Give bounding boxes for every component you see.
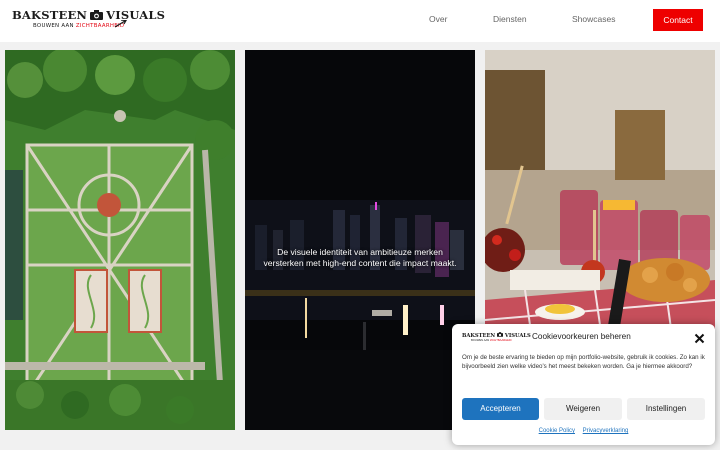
aerial-garden-photo: [5, 50, 235, 430]
camera-icon: [90, 10, 104, 20]
cookie-logo: BAKSTEEN VISUALS BOUWEN AAN ZICHTBAARHEI…: [462, 332, 531, 346]
cookie-logo-tagline: BOUWEN AAN ZICHTBAARHEID: [471, 339, 512, 342]
site-logo[interactable]: BAKSTEEN VISUALS BOUWEN AAN ZICHTBAARHEID: [12, 8, 165, 34]
cookie-settings-button[interactable]: Instellingen: [627, 398, 705, 420]
hero-tagline: De visuele identiteit van ambitieuze mer…: [263, 247, 457, 268]
close-icon[interactable]: [694, 333, 705, 344]
cookie-links: Cookie Policy Privacyverklaring: [452, 428, 715, 434]
nav-showcases[interactable]: Showcases: [572, 14, 615, 24]
accept-cookies-button[interactable]: Accepteren: [462, 398, 539, 420]
cookie-body-text: Om je de beste ervaring te bieden op mij…: [462, 354, 705, 371]
logo-arrow-icon: [115, 20, 127, 28]
cookie-title: Cookievoorkeuren beheren: [532, 332, 631, 341]
cookie-policy-link[interactable]: Cookie Policy: [539, 428, 575, 434]
camera-icon: [497, 332, 503, 337]
gallery-tile-skyline[interactable]: De visuele identiteit van ambitieuze mer…: [245, 50, 475, 430]
cookie-logo-wordmark: BAKSTEEN VISUALS: [462, 332, 531, 339]
logo-tagline: BOUWEN AAN ZICHTBAARHEID: [33, 23, 125, 29]
contact-button[interactable]: Contact: [653, 9, 703, 31]
nav-diensten[interactable]: Diensten: [493, 14, 527, 24]
site-header: BAKSTEEN VISUALS BOUWEN AAN ZICHTBAARHEID…: [0, 0, 720, 42]
gallery-tile-garden[interactable]: [5, 50, 235, 430]
privacy-statement-link[interactable]: Privacyverklaring: [583, 428, 629, 434]
logo-wordmark: BAKSTEEN VISUALS: [12, 8, 166, 22]
night-city-skyline-photo: [245, 50, 475, 430]
cookie-consent-dialog: BAKSTEEN VISUALS BOUWEN AAN ZICHTBAARHEI…: [452, 324, 715, 445]
deny-cookies-button[interactable]: Weigeren: [544, 398, 622, 420]
nav-over[interactable]: Over: [429, 14, 447, 24]
